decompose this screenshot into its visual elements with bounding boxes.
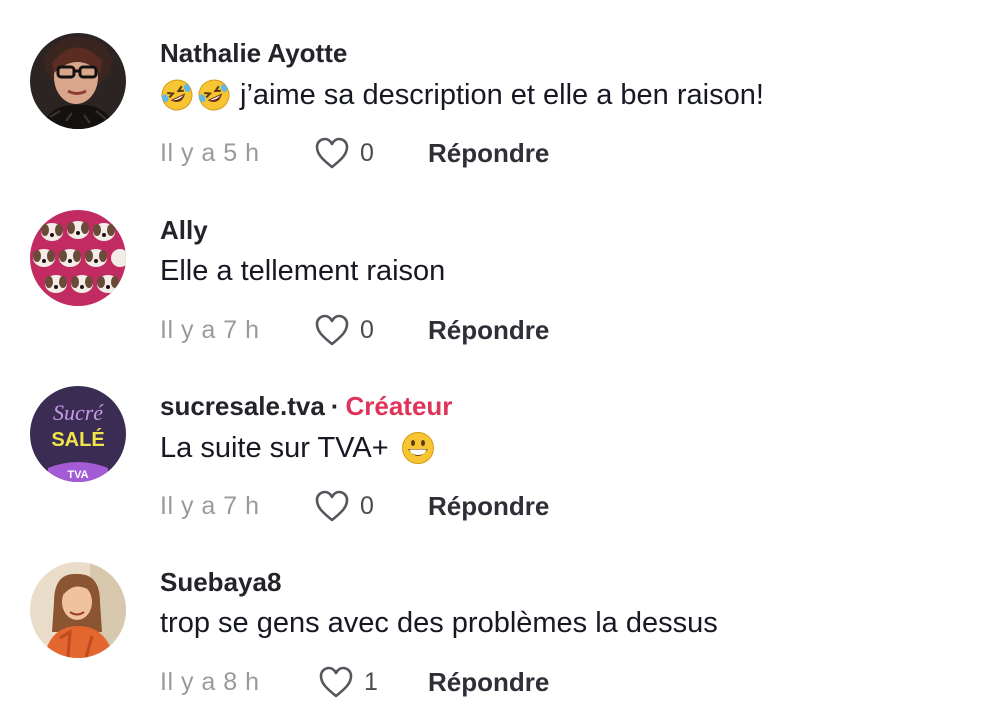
comment-meta: Il y a 7 h 0 Répondre — [160, 484, 549, 528]
like-count: 0 — [360, 491, 374, 520]
comment-item: Nathalie Ayotte j’aime sa description et… — [0, 33, 1008, 209]
comment-body: La suite sur TVA+ — [160, 431, 389, 464]
comment-text: La suite sur TVA+ — [160, 431, 438, 465]
comment-body: j’aime sa description et elle a ben rais… — [240, 78, 764, 111]
author-line: sucresale.tva · Créateur — [160, 391, 452, 422]
like-button[interactable]: 0 — [314, 136, 428, 170]
avatar[interactable] — [30, 562, 126, 658]
avatar[interactable]: Sucré SALÉ TVA — [30, 386, 126, 482]
reply-button[interactable]: Répondre — [428, 315, 549, 346]
emoji-group — [160, 78, 234, 112]
username[interactable]: Ally — [160, 215, 208, 245]
separator: · — [330, 391, 340, 421]
grinning-face-icon — [401, 432, 434, 464]
rolling-on-floor-laughing-icon — [198, 79, 230, 111]
comment-meta: Il y a 7 h 0 Répondre — [160, 308, 549, 352]
comment-text: j’aime sa description et elle a ben rais… — [160, 78, 764, 112]
heart-icon[interactable] — [314, 489, 350, 523]
username[interactable]: Suebaya8 — [160, 567, 281, 597]
comment-list: Nathalie Ayotte j’aime sa description et… — [0, 0, 1008, 722]
like-count: 0 — [360, 315, 374, 344]
avatar-logo: Sucré SALÉ TVA — [30, 386, 126, 482]
comment-meta: Il y a 5 h 0 Répondre — [160, 131, 549, 175]
avatar-photo — [30, 210, 126, 306]
avatar[interactable] — [30, 210, 126, 306]
reply-button[interactable]: Répondre — [428, 667, 549, 698]
author-line: Nathalie Ayotte — [160, 38, 347, 69]
like-button[interactable]: 0 — [314, 489, 428, 523]
author-line: Suebaya8 — [160, 567, 281, 598]
reply-button[interactable]: Répondre — [428, 491, 549, 522]
heart-icon[interactable] — [318, 665, 354, 699]
comment-body: Elle a tellement raison — [160, 255, 446, 287]
timestamp: Il y a 7 h — [160, 315, 260, 344]
username[interactable]: sucresale.tva — [160, 391, 325, 421]
emoji-group — [401, 431, 438, 465]
avatar[interactable] — [30, 33, 126, 129]
comment-text: Elle a tellement raison — [160, 255, 445, 288]
creator-badge: Créateur — [345, 391, 453, 421]
timestamp: Il y a 5 h — [160, 138, 260, 167]
avatar-photo — [30, 562, 126, 658]
avatar-logo-text: SALÉ — [51, 428, 104, 451]
author-line: Ally — [160, 215, 208, 246]
comment-item: Suebaya8 trop se gens avec des problèmes… — [0, 562, 1008, 722]
heart-icon[interactable] — [314, 136, 350, 170]
avatar-photo — [30, 33, 126, 129]
comment-item: Sucré SALÉ TVA sucresale.tva · Créateur La… — [0, 386, 1008, 562]
like-button[interactable]: 0 — [314, 313, 428, 347]
avatar-logo-text: TVA — [67, 469, 88, 481]
timestamp: Il y a 8 h — [160, 667, 260, 696]
timestamp: Il y a 7 h — [160, 491, 260, 520]
heart-icon[interactable] — [314, 313, 350, 347]
like-count: 1 — [364, 667, 378, 696]
rolling-on-floor-laughing-icon — [161, 79, 193, 111]
reply-button[interactable]: Répondre — [428, 138, 549, 169]
comment-text: trop se gens avec des problèmes la dessu… — [160, 607, 718, 640]
username[interactable]: Nathalie Ayotte — [160, 38, 347, 68]
like-count: 0 — [360, 138, 374, 167]
comment-body: trop se gens avec des problèmes la dessu… — [160, 607, 718, 639]
comment-meta: Il y a 8 h 1 Répondre — [160, 660, 549, 704]
comment-item: Ally Elle a tellement raison Il y a 7 h … — [0, 210, 1008, 386]
like-button[interactable]: 1 — [314, 665, 428, 699]
avatar-logo-text: Sucré — [53, 400, 104, 425]
